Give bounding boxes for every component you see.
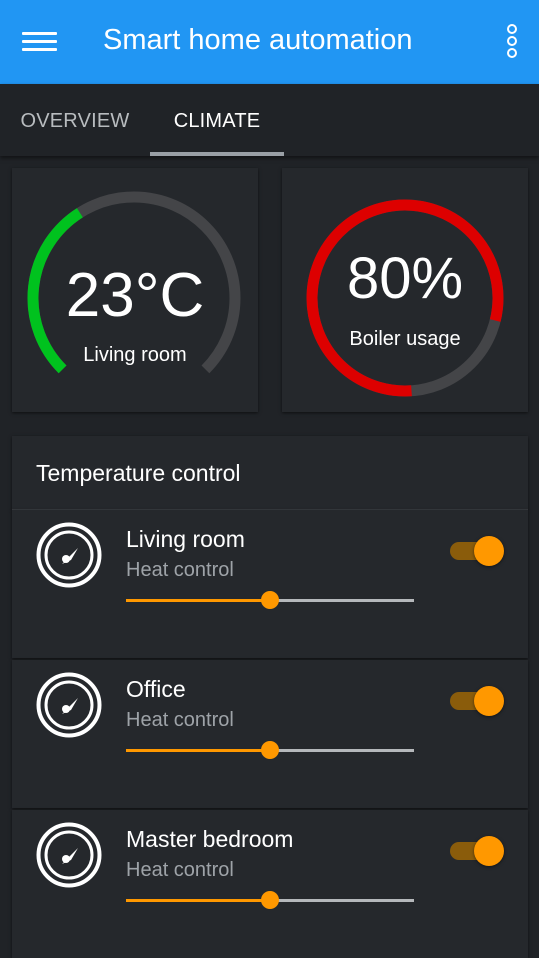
boiler-usage-value: 80% <box>346 246 464 311</box>
temperature-label: Living room <box>83 344 187 366</box>
tab-selected-indicator <box>150 152 284 156</box>
room-control-card: Living room Heat control <box>12 510 528 658</box>
slider-thumb[interactable] <box>261 891 279 909</box>
boiler-usage-card: 80% Boiler usage <box>282 168 528 412</box>
room-subtitle: Heat control <box>126 859 234 881</box>
switch-thumb <box>474 536 504 566</box>
room-control-card: Office Heat control <box>12 660 528 808</box>
room-name: Master bedroom <box>126 826 294 852</box>
section-title: Temperature control <box>36 460 241 486</box>
heat-toggle-switch[interactable] <box>450 684 506 718</box>
room-name: Office <box>126 676 186 702</box>
slider-fill <box>126 749 270 752</box>
heat-control-slider[interactable] <box>126 740 414 760</box>
gauge-icon <box>36 522 102 588</box>
app-title: Smart home automation <box>103 24 413 56</box>
temperature-value: 23°C <box>65 261 205 330</box>
room-control-card: Master bedroom Heat control <box>12 810 528 958</box>
heat-control-slider[interactable] <box>126 890 414 910</box>
gauge-icon <box>36 672 102 738</box>
tab-overview[interactable]: OVERVIEW <box>0 84 150 156</box>
slider-thumb[interactable] <box>261 741 279 759</box>
tab-climate[interactable]: CLIMATE <box>150 84 284 156</box>
heat-control-slider[interactable] <box>126 590 414 610</box>
slider-fill <box>126 599 270 602</box>
temperature-control-header: Temperature control <box>12 436 528 510</box>
room-subtitle: Heat control <box>126 559 234 581</box>
slider-thumb[interactable] <box>261 591 279 609</box>
boiler-usage-label: Boiler usage <box>349 328 461 350</box>
room-name: Living room <box>126 526 245 552</box>
room-subtitle: Heat control <box>126 709 234 731</box>
gauge-icon <box>36 822 102 888</box>
more-vertical-icon[interactable] <box>500 22 524 62</box>
living-room-temperature-card: 23°C Living room <box>12 168 258 412</box>
hamburger-menu-icon[interactable] <box>22 30 58 54</box>
app-bar: Smart home automation <box>0 0 539 84</box>
heat-toggle-switch[interactable] <box>450 834 506 868</box>
heat-toggle-switch[interactable] <box>450 534 506 568</box>
slider-fill <box>126 899 270 902</box>
switch-thumb <box>474 836 504 866</box>
tab-bar: OVERVIEW CLIMATE <box>0 84 539 156</box>
switch-thumb <box>474 686 504 716</box>
